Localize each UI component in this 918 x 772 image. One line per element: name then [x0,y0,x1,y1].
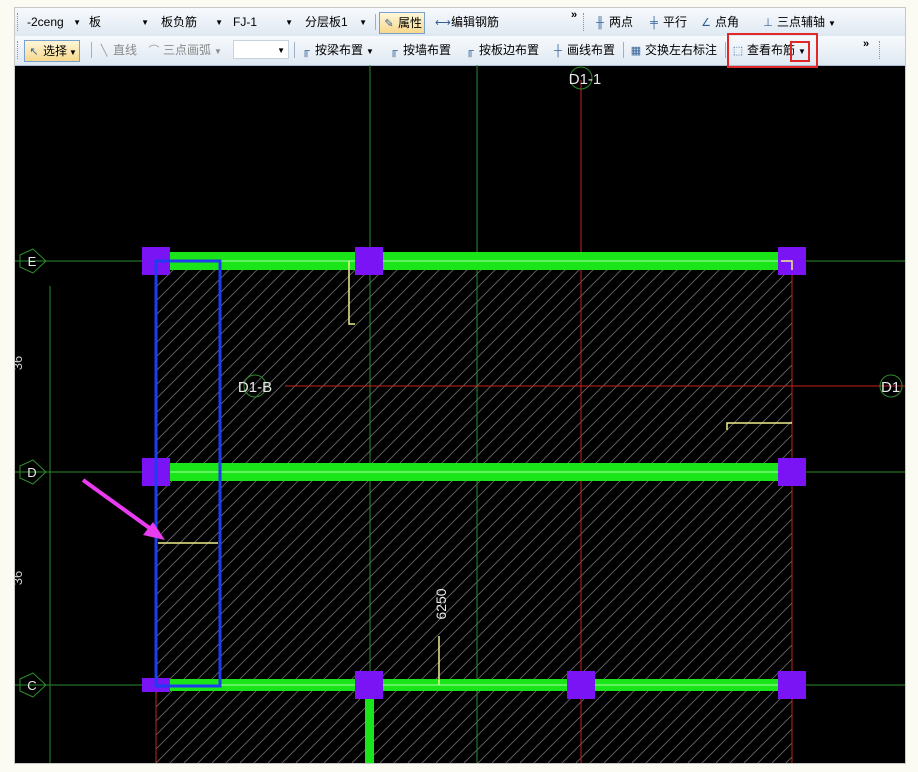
chevron-down-icon: ▼ [285,18,293,27]
draw-line-label: 画线布置 [567,43,616,57]
column[interactable] [778,458,806,486]
divider [375,14,376,30]
floor-select[interactable]: -2ceng ▼ [23,12,85,31]
axis-label-e: E [28,254,37,269]
layout-by-beam-button[interactable]: ╓ 按梁布置 ▼ [297,40,376,60]
chevron-down-icon: ▼ [828,19,836,28]
swap-labels-button[interactable]: ▦ 交换左右标注 [627,40,719,60]
divider [91,42,92,58]
parallel-axis-icon: ╪ [650,17,658,29]
chevron-down-icon: ▼ [69,48,77,57]
axis-label-d1-1: D1-1 [569,71,602,88]
draw-line-icon: ┼ [554,45,562,57]
pointer-arrow [81,478,165,540]
component-type-value: 板 [89,15,102,29]
select-label: 选择 [43,44,68,58]
axis-bubble-d1-1: D1-1 [569,66,602,90]
chevron-down-icon: ▼ [215,18,223,27]
toolbar-grip[interactable] [17,41,21,59]
cad-window: -2ceng ▼ 板 ▼ 板负筋 ▼ FJ-1 ▼ 分层板1 ▼ ✎ 属性 ⟷编辑钢筋 » … [14,7,906,764]
line-icon: ╲ [100,45,108,57]
two-point-button[interactable]: ╫ 两点 [591,12,635,32]
three-point-axis-label: 三点辅轴 [777,15,826,29]
column[interactable] [567,671,595,699]
axis-label-d1-right: D1 [881,379,900,396]
chevron-down-icon: ▼ [73,18,81,27]
chevron-down-icon: ▼ [277,46,285,55]
toolbar1-overflow[interactable]: » [571,9,577,21]
divider [725,42,726,58]
component-type-select[interactable]: 板 ▼ [85,12,153,31]
axis-label-d: D [27,465,36,480]
edit-rebar-icon: ⟷ [435,17,451,29]
layer-select[interactable]: 分层板1 ▼ [301,12,371,31]
axis-label-d1-b: D1-B [238,379,272,396]
component-name-select[interactable]: FJ-1 ▼ [229,12,297,31]
edit-rebar-button[interactable]: ⟷编辑钢筋 [433,12,501,32]
dimension-text-top: 36 [15,356,25,370]
dimension-text-bottom: 36 [15,571,25,585]
properties-label: 属性 [398,16,423,30]
toolbar-grip[interactable] [879,41,883,59]
column[interactable] [355,247,383,275]
toolbar-grip[interactable] [583,13,587,31]
cursor-icon: ↖ [29,46,39,58]
divider [294,42,295,58]
layout-by-wall-button[interactable]: ╓ 按墙布置 [385,40,453,60]
select-button[interactable]: ↖ 选择 ▼ [24,40,80,62]
properties-button[interactable]: ✎ 属性 [379,12,426,34]
wall-layout-icon: ╓ [390,45,398,57]
layout-by-slab-edge-label: 按板边布置 [479,43,540,57]
line-label: 直线 [113,43,138,57]
chevron-down-icon: ▼ [214,47,222,56]
layout-by-wall-label: 按墙布置 [403,43,452,57]
parallel-button[interactable]: ╪ 平行 [645,12,689,32]
component-name-value: FJ-1 [233,15,257,29]
layout-by-slab-edge-button[interactable]: ╓ 按板边布置 [461,40,541,60]
three-point-arc-button[interactable]: ⌒ 三点画弧 ▼ [145,40,224,60]
toolbar-grip[interactable] [17,13,21,31]
three-point-arc-label: 三点画弧 [163,43,212,57]
floor-value: -2ceng [27,15,64,29]
column[interactable] [355,671,383,699]
chevron-down-icon: ▼ [359,18,367,27]
point-angle-icon: ∠ [701,17,711,29]
two-point-label: 两点 [609,15,634,29]
chevron-down-icon: ▼ [141,18,149,27]
axis-bubble-d1-b: D1-B [238,374,272,398]
sub-type-select[interactable]: 板负筋 ▼ [157,12,227,31]
dropdown-highlight-box [790,41,810,62]
divider [623,42,624,58]
axis-label-c: C [27,678,36,693]
column[interactable] [778,671,806,699]
chevron-down-icon: ▼ [366,47,374,56]
three-point-axis-icon: ⊥ [763,17,773,29]
beam-layout-icon: ╓ [302,45,310,57]
toolbar2-overflow[interactable]: » [863,38,869,50]
draw-line-layout-button[interactable]: ┼ 画线布置 [549,40,617,60]
arc-icon: ⌒ [148,45,160,57]
axis-bubble-d1-right: D1 [879,374,903,398]
beam[interactable] [365,698,374,763]
properties-icon: ✎ [384,18,394,30]
arc-parameter-combo[interactable]: ▼ [233,40,289,59]
swap-labels-label: 交换左右标注 [645,43,718,57]
edit-rebar-label: 编辑钢筋 [451,15,500,29]
sub-type-value: 板负筋 [161,15,198,29]
layout-by-beam-label: 按梁布置 [315,43,364,57]
swap-labels-icon: ▦ [630,45,642,57]
drawing-canvas[interactable]: E D C D1-1 D1-B D1 36 36 6250 [15,65,905,763]
layer-value: 分层板1 [305,15,348,29]
slab-edge-layout-icon: ╓ [466,45,474,57]
parallel-label: 平行 [663,15,688,29]
point-angle-button[interactable]: ∠ 点角 [697,12,741,32]
rebar-length-label: 6250 [433,588,449,619]
two-point-axis-icon: ╫ [596,17,604,29]
line-button[interactable]: ╲ 直线 [95,40,139,60]
three-point-axis-button[interactable]: ⊥ 三点辅轴 ▼ [759,12,838,32]
point-angle-label: 点角 [715,15,740,29]
